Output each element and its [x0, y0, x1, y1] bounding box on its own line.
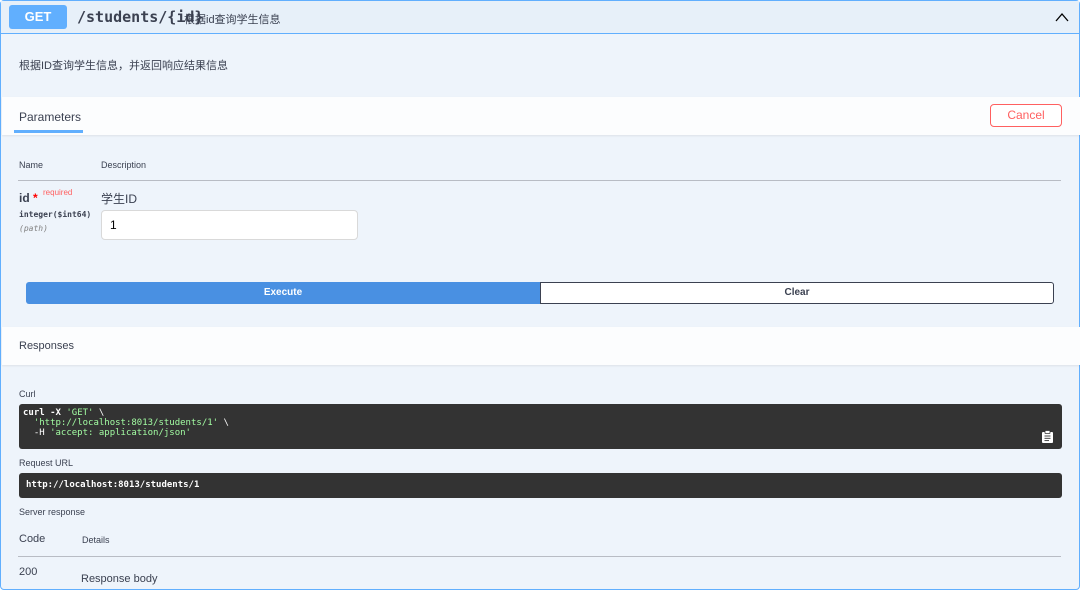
column-header-description: Description: [101, 160, 147, 170]
operation-description: 根据ID查询学生信息，并返回响应结果信息: [19, 60, 228, 72]
operation-summary-text: 根据id查询学生信息: [184, 14, 281, 26]
curl-continuation: \: [218, 418, 229, 428]
response-code: 200: [19, 566, 38, 578]
curl-label: Curl: [19, 389, 36, 399]
request-url-label: Request URL: [19, 458, 74, 468]
curl-header-flag: -H: [23, 428, 51, 438]
cancel-button[interactable]: Cancel: [990, 104, 1062, 127]
curl-indent: [23, 418, 34, 428]
curl-code-block[interactable]: curl -X 'GET' \ 'http://localhost:8013/s…: [19, 404, 1062, 449]
curl-url: 'http://localhost:8013/students/1': [33, 418, 219, 428]
chevron-up-icon[interactable]: [1053, 9, 1071, 27]
curl-method: 'GET': [66, 408, 94, 418]
divider: [18, 556, 1061, 557]
curl-continuation: \: [93, 408, 105, 418]
responses-title: Responses: [19, 340, 75, 352]
parameter-location: (path): [19, 224, 48, 233]
parameter-name: id *: [19, 191, 38, 205]
curl-command: curl -X: [23, 408, 67, 418]
curl-line-3: -H 'accept: application/json': [23, 428, 1058, 438]
parameter-type: integer($int64): [19, 210, 92, 219]
copy-icon[interactable]: [1041, 430, 1054, 444]
curl-header: 'accept: application/json': [50, 428, 191, 438]
execute-button[interactable]: Execute: [26, 282, 540, 304]
parameter-name-text: id: [19, 191, 30, 205]
responses-header: Responses: [2, 327, 1080, 365]
column-header-name: Name: [19, 160, 44, 170]
required-label: required: [43, 188, 73, 197]
tab-underline: [14, 130, 83, 133]
divider: [18, 180, 1061, 181]
clear-button[interactable]: Clear: [540, 282, 1054, 304]
column-header-code: Code: [19, 533, 46, 545]
method-badge: GET: [9, 5, 67, 29]
parameters-header: Parameters: [2, 97, 1080, 135]
id-input[interactable]: 1: [101, 210, 358, 240]
operation-block: GET /students/{id} 根据id查询学生信息 根据ID查询学生信息…: [0, 0, 1080, 590]
curl-line-2: 'http://localhost:8013/students/1' \: [23, 418, 1058, 428]
operation-summary[interactable]: GET /students/{id} 根据id查询学生信息: [1, 1, 1079, 34]
curl-line-1: curl -X 'GET' \: [23, 408, 1058, 418]
tab-parameters[interactable]: Parameters: [19, 110, 81, 124]
column-header-details: Details: [82, 535, 110, 545]
request-url-block[interactable]: http://localhost:8013/students/1: [19, 473, 1062, 498]
required-star: *: [33, 191, 38, 205]
parameter-description: 学生ID: [101, 192, 138, 206]
server-response-label: Server response: [19, 507, 86, 517]
